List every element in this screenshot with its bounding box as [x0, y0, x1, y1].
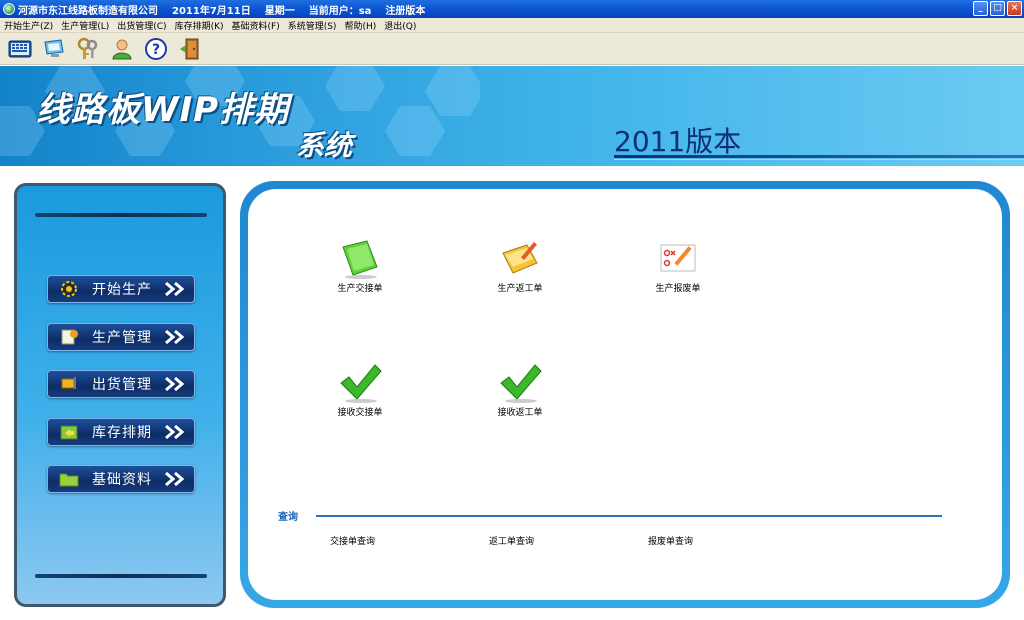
main-content-area: 生产交接单 生产返工单 生产报废单 接收交接单 接收返工单 查询 交接单查询 返… [248, 189, 1002, 600]
app-banner: 线路板WIP排期 系统 2011版本 [0, 66, 1024, 166]
scrap-report-icon [660, 244, 696, 272]
main-content-panel: 生产交接单 生产返工单 生产报废单 接收交接单 接收返工单 查询 交接单查询 返… [240, 181, 1010, 608]
module-label: 生产交接单 [337, 284, 383, 294]
nav-shipping-management-button[interactable]: 出货管理 [47, 370, 195, 398]
nav-label: 基础资料 [92, 472, 152, 488]
nav-basic-data-button[interactable]: 基础资料 [47, 465, 195, 493]
calculator-icon[interactable] [8, 37, 32, 61]
module-label: 生产报废单 [655, 284, 701, 294]
green-document-icon [342, 240, 378, 279]
svg-text:?: ? [152, 42, 160, 58]
menu-start-production[interactable]: 开始生产(Z) [0, 19, 57, 32]
double-chevron-icon [165, 424, 185, 440]
double-chevron-icon [165, 471, 185, 487]
query-section-title: 查询 [278, 512, 298, 523]
module-label: 接收返工单 [497, 408, 543, 418]
query-rework-link[interactable]: 返工单查询 [489, 534, 534, 547]
query-scrap-link[interactable]: 报废单查询 [648, 534, 693, 547]
toolbar: ? [0, 33, 1024, 65]
current-date: 2011年7月11日 [172, 5, 251, 17]
window-controls: _ □ × [973, 1, 1022, 16]
edition-label: 注册版本 [385, 5, 426, 17]
module-production-scrap[interactable]: 生产报废单 [618, 233, 738, 294]
close-button[interactable]: × [1007, 1, 1022, 16]
query-divider [316, 515, 942, 517]
nav-bottom-divider [35, 574, 207, 578]
module-receive-rework[interactable]: 接收返工单 [460, 357, 580, 418]
banner-title: 线路板WIP排期 [36, 90, 290, 130]
module-production-rework[interactable]: 生产返工单 [460, 233, 580, 294]
nav-label: 出货管理 [92, 377, 152, 393]
green-checkmark-icon [340, 364, 382, 403]
keys-icon[interactable] [76, 37, 100, 61]
double-chevron-icon [165, 376, 185, 392]
folder-arrow-icon [60, 425, 78, 440]
current-weekday: 星期一 [264, 5, 295, 17]
green-checkmark-icon [500, 364, 542, 403]
banner-version: 2011版本 [614, 125, 742, 158]
double-chevron-icon [165, 281, 185, 297]
folder-icon [59, 473, 79, 487]
notepad-pencil-icon [502, 242, 538, 274]
menu-basic-data[interactable]: 基础资料(F) [228, 19, 284, 32]
module-label: 接收交接单 [337, 408, 383, 418]
menu-inventory-schedule[interactable]: 库存排期(K) [171, 19, 228, 32]
nav-label: 生产管理 [92, 330, 152, 346]
query-handover-link[interactable]: 交接单查询 [330, 534, 375, 547]
module-production-handover[interactable]: 生产交接单 [300, 233, 420, 294]
menu-help[interactable]: 帮助(H) [340, 19, 380, 32]
monitor-icon[interactable] [42, 37, 66, 61]
banner-subtitle: 系统 [296, 129, 353, 162]
nav-production-management-button[interactable]: 生产管理 [47, 323, 195, 351]
gear-icon [61, 281, 77, 297]
double-chevron-icon [165, 329, 185, 345]
module-label: 生产返工单 [497, 284, 543, 294]
banner-version-accent-line [614, 159, 1024, 160]
nav-label: 开始生产 [92, 282, 152, 298]
app-window: 河源市东江线路板制造有限公司 2011年7月11日 星期一 当前用户：sa 注册… [0, 0, 1024, 620]
help-icon[interactable]: ? [144, 37, 168, 61]
company-name: 河源市东江线路板制造有限公司 [18, 5, 158, 17]
menu-system-management[interactable]: 系统管理(S) [284, 19, 341, 32]
menu-exit[interactable]: 退出(Q) [380, 19, 420, 32]
banner-version-underline [614, 155, 1024, 158]
nav-inventory-schedule-button[interactable]: 库存排期 [47, 418, 195, 446]
left-nav-panel: 开始生产 生产管理 出货管理 库存排期 基础资料 [14, 183, 226, 607]
module-receive-handover[interactable]: 接收交接单 [300, 357, 420, 418]
exit-door-icon[interactable] [178, 37, 202, 61]
menu-shipping-management[interactable]: 出货管理(C) [113, 19, 170, 32]
nav-top-divider [35, 213, 207, 217]
title-bar: 河源市东江线路板制造有限公司 2011年7月11日 星期一 当前用户：sa 注册… [0, 0, 1024, 18]
user-icon[interactable] [110, 37, 134, 61]
menu-bar: 开始生产(Z) 生产管理(L) 出货管理(C) 库存排期(K) 基础资料(F) … [0, 18, 1024, 33]
app-logo-icon [3, 3, 15, 15]
forklift-icon [61, 377, 76, 392]
nav-start-production-button[interactable]: 开始生产 [47, 275, 195, 303]
minimize-button[interactable]: _ [973, 1, 988, 16]
document-gear-icon [61, 329, 78, 345]
maximize-button[interactable]: □ [990, 1, 1005, 16]
current-user: 当前用户：sa [308, 5, 372, 17]
nav-label: 库存排期 [92, 425, 152, 441]
menu-production-management[interactable]: 生产管理(L) [57, 19, 113, 32]
